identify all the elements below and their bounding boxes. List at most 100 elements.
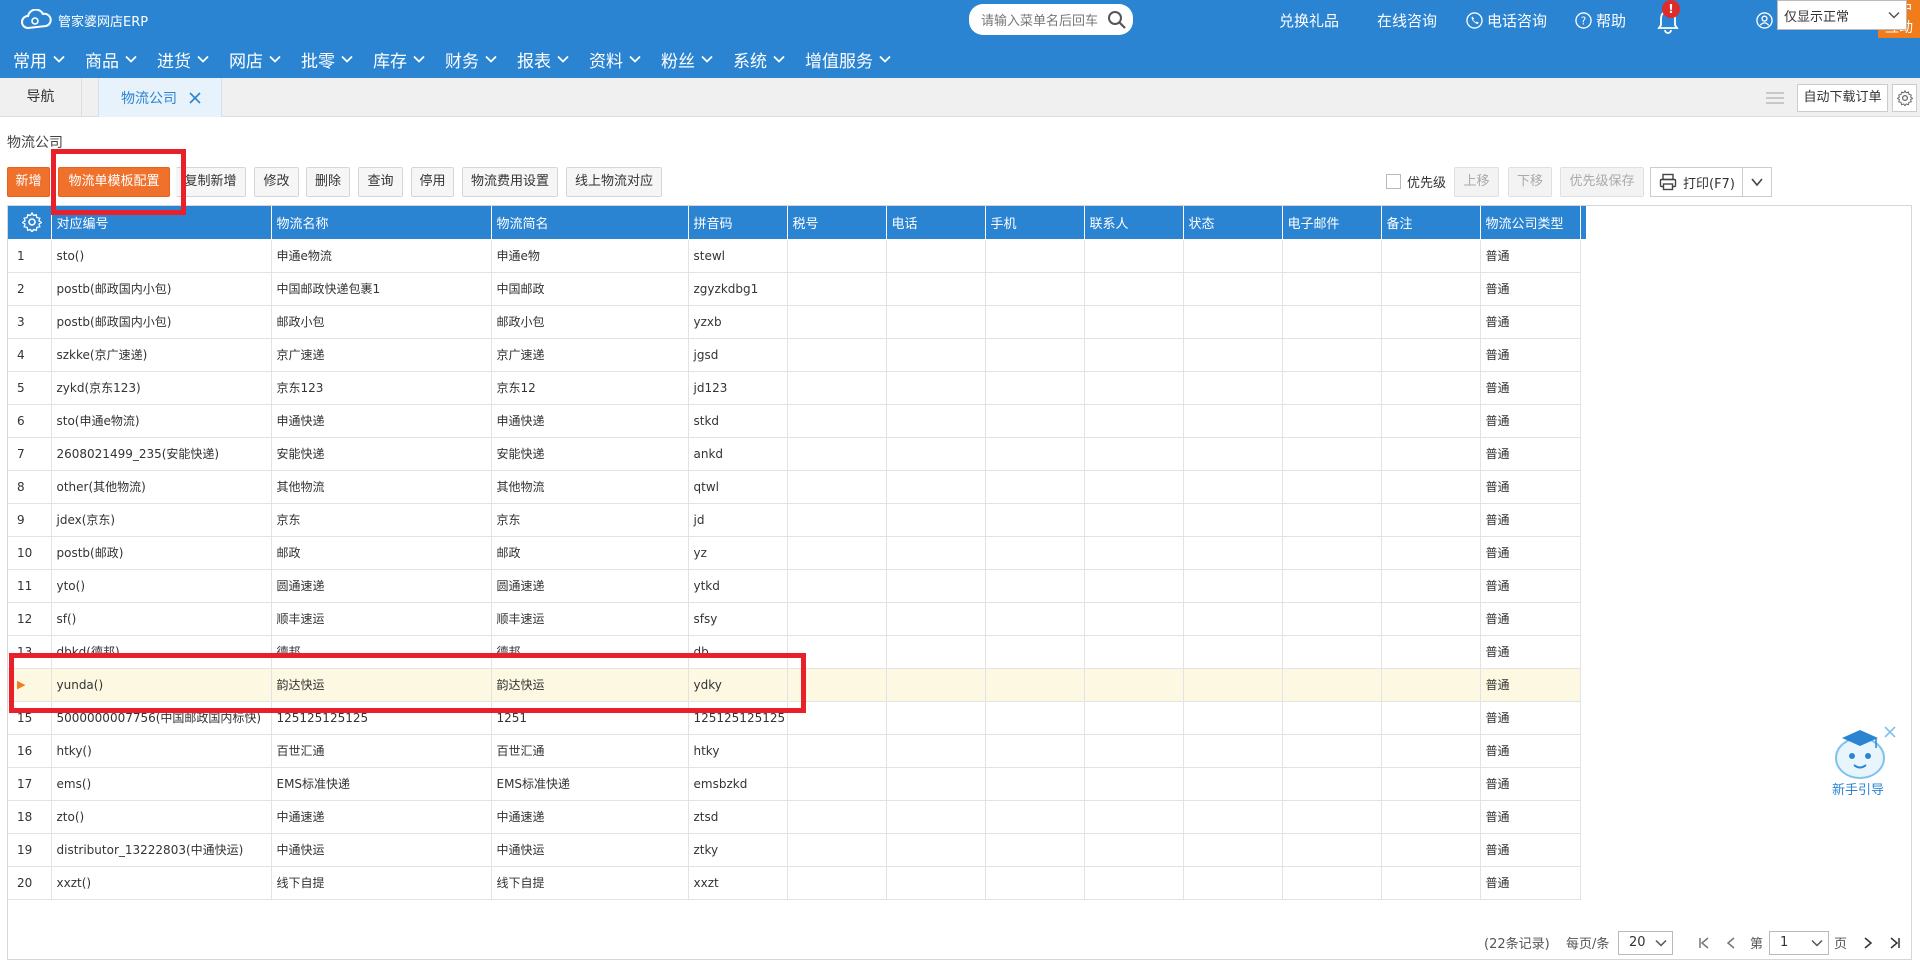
first-page-icon[interactable]	[1697, 935, 1713, 951]
main-nav-item[interactable]: 粉丝	[661, 47, 714, 72]
table-cell: 百世汇通	[271, 734, 492, 768]
priority-checkbox[interactable]: 优先级	[1386, 172, 1446, 191]
table-row[interactable]: 3 postb(邮政国内小包) 邮政小包 邮政小包 yzxb 普通	[8, 305, 1586, 339]
online-consult-link[interactable]: 在线咨询	[1377, 10, 1437, 31]
table-row[interactable]: 5 zykd(京东123) 京东123 京东12 jd123 普通	[8, 371, 1586, 405]
main-nav-item[interactable]: 系统	[733, 47, 786, 72]
tab-logistics-company[interactable]: 物流公司	[98, 78, 222, 117]
table-cell	[1183, 239, 1283, 273]
copy-add-button[interactable]: 复制新增	[176, 167, 246, 197]
main-nav-item[interactable]: 增值服务	[805, 47, 892, 72]
table-row[interactable]: 6 sto(申通e物流) 申通快递 申通快递 stkd 普通	[8, 404, 1586, 438]
tab-navigation[interactable]: 导航	[0, 78, 82, 117]
help-link[interactable]: ? 帮助	[1575, 10, 1626, 31]
gear-icon[interactable]	[21, 212, 42, 233]
main-nav-item[interactable]: 财务	[445, 47, 498, 72]
column-header[interactable]: 物流简名	[491, 206, 689, 240]
delete-button[interactable]: 删除	[306, 167, 350, 197]
table-row[interactable]: 20 xxzt() 线下自提 线下自提 xxzt 普通	[8, 866, 1586, 900]
table-cell: 普通	[1480, 734, 1581, 768]
main-nav-item[interactable]: 资料	[589, 47, 642, 72]
last-page-icon[interactable]	[1886, 935, 1902, 951]
table-cell	[985, 437, 1085, 471]
row-index-cell: 11	[8, 569, 52, 603]
table-cell	[1084, 536, 1184, 570]
table-row[interactable]: 10 postb(邮政) 邮政 邮政 yz 普通	[8, 536, 1586, 570]
table-row[interactable]: 7 2608021499_235(安能快递) 安能快递 安能快递 ankd 普通	[8, 437, 1586, 471]
app-logo[interactable]: 管家婆网店ERP	[20, 9, 148, 31]
table-row[interactable]: 2 postb(邮政国内小包) 中国邮政快递包裹1 中国邮政 zgyzkdbg1 普通	[8, 272, 1586, 306]
gift-link[interactable]: 兑换礼品	[1279, 10, 1339, 31]
table-row[interactable]: 1 sto() 申通e物流 申通e物 stewl 普通	[8, 239, 1586, 273]
edit-button[interactable]: 修改	[254, 167, 299, 197]
main-nav-item[interactable]: 网店	[229, 47, 282, 72]
column-header[interactable]: 物流公司类型	[1480, 206, 1581, 240]
column-header[interactable]: 备注	[1381, 206, 1481, 240]
table-row[interactable]: 18 zto() 中通速递 中通速递 ztsd 普通	[8, 800, 1586, 834]
table-cell	[787, 305, 887, 339]
column-header[interactable]: 状态	[1183, 206, 1283, 240]
table-cell	[985, 338, 1085, 372]
status-filter-select[interactable]: 仅显示正常	[1777, 0, 1907, 30]
column-header[interactable]: 联系人	[1084, 206, 1184, 240]
table-row[interactable]: 16 htky() 百世汇通 百世汇通 htky 普通	[8, 734, 1586, 768]
main-nav-item[interactable]: 批零	[301, 47, 354, 72]
priority-checkbox-box[interactable]	[1386, 174, 1401, 189]
prev-page-icon[interactable]	[1723, 935, 1739, 951]
column-header[interactable]: 手机	[985, 206, 1085, 240]
table-cell: 京广速递	[271, 338, 492, 372]
online-logistics-map-button[interactable]: 线上物流对应	[566, 167, 662, 197]
table-cell	[1183, 404, 1283, 438]
close-guide-icon[interactable]	[1883, 725, 1897, 739]
move-up-button[interactable]: 上移	[1454, 167, 1499, 197]
add-button[interactable]: 新增	[7, 167, 50, 197]
column-header[interactable]: 税号	[787, 206, 887, 240]
query-button[interactable]: 查询	[358, 167, 403, 197]
column-header[interactable]: 电子邮件	[1282, 206, 1382, 240]
table-cell	[1282, 272, 1382, 306]
table-row[interactable]: 19 distributor_13222803(中通快运) 中通快运 中通快运 ztky…	[8, 833, 1586, 867]
table-row[interactable]: 8 other(其他物流) 其他物流 其他物流 qtwl 普通	[8, 470, 1586, 504]
print-button[interactable]: 打印(F7)	[1650, 167, 1772, 197]
table-row[interactable]: 17 ems() EMS标准快递 EMS标准快递 emsbzkd 普通	[8, 767, 1586, 801]
main-nav-item[interactable]: 报表	[517, 47, 570, 72]
auto-download-orders-button[interactable]: 自动下载订单	[1797, 84, 1888, 112]
column-header[interactable]: 电话	[886, 206, 986, 240]
main-nav-item[interactable]: 商品	[85, 47, 138, 72]
main-nav-item[interactable]: 进货	[157, 47, 210, 72]
disable-button[interactable]: 停用	[411, 167, 454, 197]
menu-search-input[interactable]: 请输入菜单名后回车	[969, 4, 1133, 35]
move-down-button[interactable]: 下移	[1508, 167, 1552, 197]
main-nav-item[interactable]: 库存	[373, 47, 426, 72]
logistics-fee-button[interactable]: 物流费用设置	[462, 167, 558, 197]
list-menu-icon[interactable]	[1766, 90, 1784, 106]
phone-consult-link[interactable]: 电话咨询	[1466, 10, 1547, 31]
table-row[interactable]: 9 jdex(京东) 京东 京东 jd 普通	[8, 503, 1586, 537]
priority-save-button[interactable]: 优先级保存	[1560, 167, 1644, 197]
per-page-value: 20	[1629, 935, 1646, 950]
column-header[interactable]: 拼音码	[688, 206, 788, 240]
search-icon[interactable]	[1107, 10, 1127, 30]
page-number-select[interactable]: 1	[1769, 931, 1829, 955]
table-cell: sto(申通e物流)	[51, 404, 272, 438]
chevron-down-icon[interactable]	[1750, 175, 1764, 189]
table-cell	[787, 800, 887, 834]
close-icon[interactable]	[189, 91, 201, 104]
settings-button[interactable]	[1892, 84, 1917, 112]
main-nav-item[interactable]: 常用	[13, 47, 66, 72]
per-page-select[interactable]: 20	[1618, 931, 1673, 955]
table-cell	[1084, 437, 1184, 471]
table-cell: stewl	[688, 239, 788, 273]
table-row[interactable]: 12 sf() 顺丰速运 顺丰速运 sfsy 普通	[8, 602, 1586, 636]
table-cell: 安能快递	[271, 437, 492, 471]
column-header[interactable]: 物流名称	[271, 206, 492, 240]
table-row[interactable]: 4 szkke(京广速递) 京广速递 京广速递 jgsd 普通	[8, 338, 1586, 372]
column-settings-header[interactable]	[8, 206, 52, 240]
table-row[interactable]: 11 yto() 圆通速递 圆通速递 ytkd 普通	[8, 569, 1586, 603]
table-cell	[1282, 767, 1382, 801]
table-cell: stkd	[688, 404, 788, 438]
next-page-icon[interactable]	[1860, 935, 1876, 951]
row-index-cell: 1	[8, 239, 52, 273]
table-cell	[886, 569, 986, 603]
table-cell: ytkd	[688, 569, 788, 603]
